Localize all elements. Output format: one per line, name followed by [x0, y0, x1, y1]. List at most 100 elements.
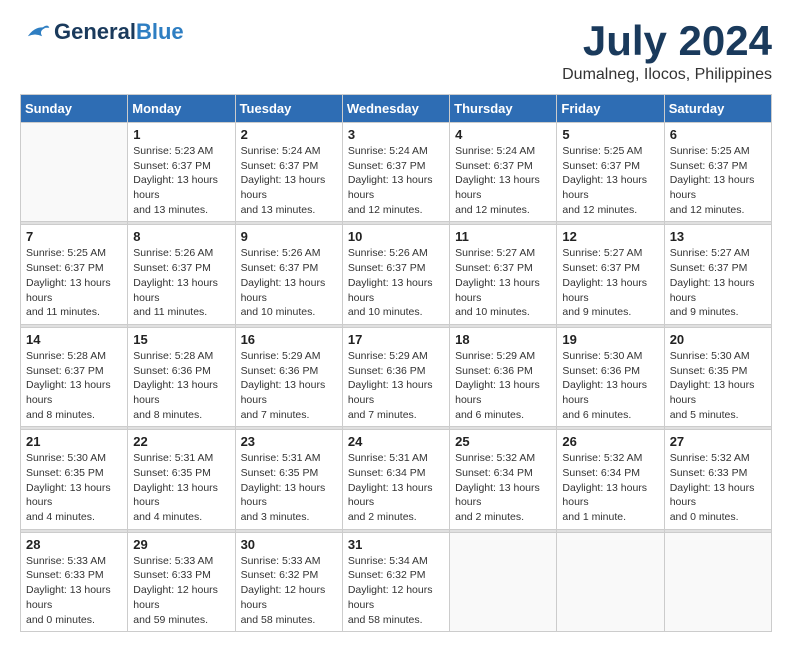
day-number: 19 [562, 332, 658, 347]
calendar-cell: 27 Sunrise: 5:32 AMSunset: 6:33 PMDayligh… [664, 430, 771, 529]
calendar-cell [450, 532, 557, 631]
day-number: 3 [348, 127, 444, 142]
day-number: 27 [670, 434, 766, 449]
calendar-cell: 12 Sunrise: 5:27 AMSunset: 6:37 PMDayligh… [557, 225, 664, 324]
day-number: 17 [348, 332, 444, 347]
day-number: 4 [455, 127, 551, 142]
calendar-cell: 21Sunrise: 5:30 AMSunset: 6:35 PMDayligh… [21, 430, 128, 529]
day-number: 6 [670, 127, 766, 142]
sun-info: Sunrise: 5:24 AMSunset: 6:37 PMDaylight:… [348, 144, 444, 217]
calendar-table: SundayMondayTuesdayWednesdayThursdayFrid… [20, 94, 772, 632]
day-number: 15 [133, 332, 229, 347]
weekday-header-thursday: Thursday [450, 95, 557, 123]
day-number: 20 [670, 332, 766, 347]
weekday-header-monday: Monday [128, 95, 235, 123]
logo: GeneralBlue [20, 20, 184, 44]
page-header: GeneralBlue July 2024 Dumalneg, Ilocos, … [20, 20, 772, 84]
sun-info: Sunrise: 5:27 AMSunset: 6:37 PMDaylight:… [670, 246, 766, 319]
sun-info: Sunrise: 5:31 AMSunset: 6:35 PMDaylight:… [133, 451, 229, 524]
weekday-header-row: SundayMondayTuesdayWednesdayThursdayFrid… [21, 95, 772, 123]
day-number: 11 [455, 229, 551, 244]
calendar-cell: 16 Sunrise: 5:29 AMSunset: 6:36 PMDayligh… [235, 327, 342, 426]
logo-icon [20, 22, 50, 42]
calendar-cell: 3 Sunrise: 5:24 AMSunset: 6:37 PMDaylight… [342, 123, 449, 222]
day-number: 7 [26, 229, 122, 244]
day-number: 9 [241, 229, 337, 244]
calendar-cell: 29Sunrise: 5:33 AMSunset: 6:33 PMDayligh… [128, 532, 235, 631]
calendar-week-row: 1Sunrise: 5:23 AMSunset: 6:37 PMDaylight… [21, 123, 772, 222]
sun-info: Sunrise: 5:27 AMSunset: 6:37 PMDaylight:… [455, 246, 551, 319]
sun-info: Sunrise: 5:25 AMSunset: 6:37 PMDaylight:… [26, 246, 122, 319]
calendar-cell: 11 Sunrise: 5:27 AMSunset: 6:37 PMDayligh… [450, 225, 557, 324]
calendar-cell: 18 Sunrise: 5:29 AMSunset: 6:36 PMDayligh… [450, 327, 557, 426]
sun-info: Sunrise: 5:27 AMSunset: 6:37 PMDaylight:… [562, 246, 658, 319]
sun-info: Sunrise: 5:31 AMSunset: 6:34 PMDaylight:… [348, 451, 444, 524]
day-number: 13 [670, 229, 766, 244]
sun-info: Sunrise: 5:25 AMSunset: 6:37 PMDaylight:… [562, 144, 658, 217]
weekday-header-tuesday: Tuesday [235, 95, 342, 123]
sun-info: Sunrise: 5:33 AMSunset: 6:33 PMDaylight:… [26, 554, 122, 627]
calendar-cell: 28 Sunrise: 5:33 AMSunset: 6:33 PMDayligh… [21, 532, 128, 631]
day-number: 16 [241, 332, 337, 347]
calendar-cell [664, 532, 771, 631]
day-number: 29 [133, 537, 229, 552]
sun-info: Sunrise: 5:26 AMSunset: 6:37 PMDaylight:… [348, 246, 444, 319]
calendar-week-row: 7 Sunrise: 5:25 AMSunset: 6:37 PMDaylight… [21, 225, 772, 324]
day-number: 22 [133, 434, 229, 449]
day-number: 26 [562, 434, 658, 449]
day-number: 30 [241, 537, 337, 552]
calendar-cell [21, 123, 128, 222]
sun-info: Sunrise: 5:24 AMSunset: 6:37 PMDaylight:… [455, 144, 551, 217]
weekday-header-saturday: Saturday [664, 95, 771, 123]
day-number: 10 [348, 229, 444, 244]
calendar-cell: 30 Sunrise: 5:33 AMSunset: 6:32 PMDayligh… [235, 532, 342, 631]
calendar-cell: 26 Sunrise: 5:32 AMSunset: 6:34 PMDayligh… [557, 430, 664, 529]
sun-info: Sunrise: 5:26 AMSunset: 6:37 PMDaylight:… [241, 246, 337, 319]
day-number: 1 [133, 127, 229, 142]
sun-info: Sunrise: 5:32 AMSunset: 6:34 PMDaylight:… [455, 451, 551, 524]
sun-info: Sunrise: 5:29 AMSunset: 6:36 PMDaylight:… [455, 349, 551, 422]
sun-info: Sunrise: 5:29 AMSunset: 6:36 PMDaylight:… [348, 349, 444, 422]
day-number: 25 [455, 434, 551, 449]
sun-info: Sunrise: 5:26 AMSunset: 6:37 PMDaylight:… [133, 246, 229, 319]
sun-info: Sunrise: 5:32 AMSunset: 6:34 PMDaylight:… [562, 451, 658, 524]
calendar-cell: 1Sunrise: 5:23 AMSunset: 6:37 PMDaylight… [128, 123, 235, 222]
calendar-cell: 23Sunrise: 5:31 AMSunset: 6:35 PMDayligh… [235, 430, 342, 529]
calendar-cell: 31 Sunrise: 5:34 AMSunset: 6:32 PMDayligh… [342, 532, 449, 631]
day-number: 12 [562, 229, 658, 244]
weekday-header-friday: Friday [557, 95, 664, 123]
calendar-cell: 19 Sunrise: 5:30 AMSunset: 6:36 PMDayligh… [557, 327, 664, 426]
day-number: 18 [455, 332, 551, 347]
day-number: 24 [348, 434, 444, 449]
sun-info: Sunrise: 5:30 AMSunset: 6:36 PMDaylight:… [562, 349, 658, 422]
calendar-cell: 10 Sunrise: 5:26 AMSunset: 6:37 PMDayligh… [342, 225, 449, 324]
day-number: 2 [241, 127, 337, 142]
sun-info: Sunrise: 5:30 AMSunset: 6:35 PMDaylight:… [26, 451, 122, 524]
day-number: 14 [26, 332, 122, 347]
calendar-cell: 8Sunrise: 5:26 AMSunset: 6:37 PMDaylight… [128, 225, 235, 324]
calendar-cell: 14Sunrise: 5:28 AMSunset: 6:37 PMDayligh… [21, 327, 128, 426]
weekday-header-wednesday: Wednesday [342, 95, 449, 123]
calendar-cell: 25 Sunrise: 5:32 AMSunset: 6:34 PMDayligh… [450, 430, 557, 529]
calendar-cell [557, 532, 664, 631]
sun-info: Sunrise: 5:32 AMSunset: 6:33 PMDaylight:… [670, 451, 766, 524]
day-number: 31 [348, 537, 444, 552]
calendar-week-row: 28 Sunrise: 5:33 AMSunset: 6:33 PMDayligh… [21, 532, 772, 631]
weekday-header-sunday: Sunday [21, 95, 128, 123]
calendar-cell: 2Sunrise: 5:24 AMSunset: 6:37 PMDaylight… [235, 123, 342, 222]
calendar-cell: 22 Sunrise: 5:31 AMSunset: 6:35 PMDayligh… [128, 430, 235, 529]
sun-info: Sunrise: 5:25 AMSunset: 6:37 PMDaylight:… [670, 144, 766, 217]
logo-text: GeneralBlue [54, 20, 184, 44]
sun-info: Sunrise: 5:34 AMSunset: 6:32 PMDaylight:… [348, 554, 444, 627]
calendar-cell: 20 Sunrise: 5:30 AMSunset: 6:35 PMDayligh… [664, 327, 771, 426]
calendar-cell: 24 Sunrise: 5:31 AMSunset: 6:34 PMDayligh… [342, 430, 449, 529]
calendar-cell: 17 Sunrise: 5:29 AMSunset: 6:36 PMDayligh… [342, 327, 449, 426]
day-number: 5 [562, 127, 658, 142]
sun-info: Sunrise: 5:29 AMSunset: 6:36 PMDaylight:… [241, 349, 337, 422]
calendar-week-row: 21Sunrise: 5:30 AMSunset: 6:35 PMDayligh… [21, 430, 772, 529]
day-number: 28 [26, 537, 122, 552]
sun-info: Sunrise: 5:30 AMSunset: 6:35 PMDaylight:… [670, 349, 766, 422]
location-title: Dumalneg, Ilocos, Philippines [562, 66, 772, 84]
day-number: 23 [241, 434, 337, 449]
sun-info: Sunrise: 5:33 AMSunset: 6:32 PMDaylight:… [241, 554, 337, 627]
